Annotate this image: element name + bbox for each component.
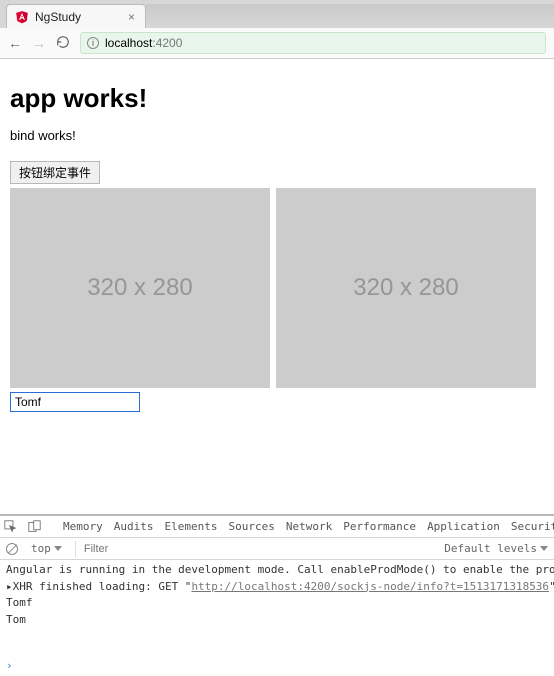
address-bar[interactable]: i localhost:4200	[80, 32, 546, 54]
name-input[interactable]	[10, 392, 140, 412]
page-content: app works! bind works! 按钮绑定事件 320 x 280 …	[0, 59, 554, 412]
separator	[75, 541, 76, 557]
image-row: 320 x 280 320 x 280	[10, 188, 544, 388]
tab-elements[interactable]: Elements	[165, 520, 218, 533]
chevron-down-icon	[54, 546, 62, 551]
levels-label: Default levels	[444, 542, 537, 555]
devtools-filter-bar: top Default levels	[0, 538, 554, 560]
forward-button: →	[32, 36, 46, 50]
tab-memory[interactable]: Memory	[63, 520, 103, 533]
inspect-element-icon[interactable]	[4, 520, 17, 533]
context-selector[interactable]: top	[26, 540, 67, 557]
nav-bar: ← → i localhost:4200	[0, 28, 554, 58]
tab-title: NgStudy	[35, 10, 81, 24]
console-line: Tomf	[6, 595, 548, 612]
browser-chrome: NgStudy × ← → i localhost:4200	[0, 0, 554, 59]
page-paragraph: bind works!	[10, 128, 544, 143]
url-text: localhost:4200	[105, 36, 182, 50]
console-line: ▸XHR finished loading: GET "http://local…	[6, 579, 548, 596]
tab-security[interactable]: Security	[511, 520, 554, 533]
console-output: Angular is running in the development mo…	[0, 560, 554, 658]
console-text: ".	[549, 580, 554, 593]
tab-strip-bg	[146, 4, 554, 28]
back-button[interactable]: ←	[8, 36, 22, 50]
site-info-icon[interactable]: i	[87, 37, 99, 49]
devtools-tabs: Memory Audits Elements Sources Network P…	[0, 516, 554, 538]
tab-strip: NgStudy ×	[0, 0, 554, 28]
browser-tab[interactable]: NgStudy ×	[6, 4, 146, 28]
tab-network[interactable]: Network	[286, 520, 332, 533]
prompt-caret-icon: ›	[6, 659, 13, 672]
placeholder-image-2: 320 x 280	[276, 188, 536, 388]
device-toggle-icon[interactable]	[28, 520, 41, 533]
console-text: ▸XHR finished loading: GET "	[6, 580, 191, 593]
event-bind-button[interactable]: 按钮绑定事件	[10, 161, 100, 184]
console-filter-input[interactable]	[84, 543, 436, 555]
context-label: top	[31, 542, 51, 555]
reload-button[interactable]	[56, 35, 70, 51]
angular-icon	[15, 10, 29, 24]
devtools-panel: Memory Audits Elements Sources Network P…	[0, 514, 554, 676]
console-prompt[interactable]: ›	[0, 658, 554, 676]
console-url[interactable]: http://localhost:4200/sockjs-node/info?t…	[191, 580, 549, 593]
tab-performance[interactable]: Performance	[343, 520, 416, 533]
log-levels-selector[interactable]: Default levels	[444, 542, 548, 555]
placeholder-image-1: 320 x 280	[10, 188, 270, 388]
tab-audits[interactable]: Audits	[114, 520, 154, 533]
console-line: Angular is running in the development mo…	[6, 562, 548, 579]
page-heading: app works!	[10, 83, 544, 114]
clear-console-icon[interactable]	[6, 543, 18, 555]
close-icon[interactable]: ×	[128, 10, 135, 24]
tab-sources[interactable]: Sources	[228, 520, 274, 533]
chevron-down-icon	[540, 546, 548, 551]
tab-application[interactable]: Application	[427, 520, 500, 533]
console-line: Tom	[6, 612, 548, 629]
